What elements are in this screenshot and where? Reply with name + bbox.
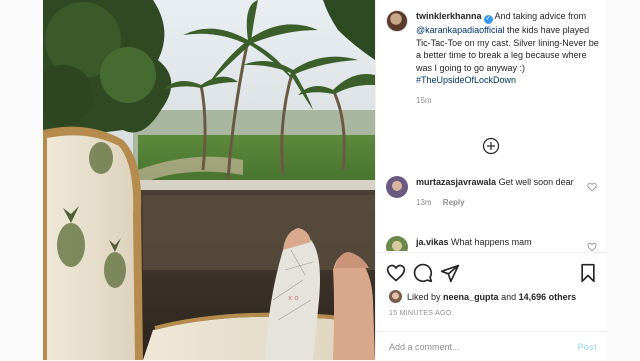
post-sidebar: twinklerkhanna ✓ And taking advice from @… (375, 0, 607, 360)
post-comment-button[interactable]: Post (577, 342, 597, 352)
like-comment-heart-icon[interactable] (587, 242, 597, 252)
comment-meta: 13m Reply (416, 197, 574, 210)
mention-link[interactable]: @karankapadiaofficial (416, 25, 505, 35)
caption-text-pre: And taking advice from (494, 11, 587, 21)
comment-item: murtazasjavrawala Get well soon dear 13m… (386, 176, 600, 209)
action-icon-row (386, 263, 598, 285)
post-timestamp: 15 MINUTES AGO (389, 310, 452, 317)
likes-summary: Liked by neena_gupta and 14,696 others (389, 290, 576, 303)
avatar[interactable] (386, 236, 408, 251)
add-comment-bar: Add a comment... Post (376, 331, 607, 361)
comment-age: 13m (416, 197, 432, 207)
post-caption: twinklerkhanna ✓ And taking advice from @… (386, 10, 600, 107)
comment-bubble-icon[interactable] (413, 263, 433, 283)
paper-plane-icon[interactable] (440, 263, 460, 283)
svg-text:x o: x o (288, 294, 299, 302)
caption-username[interactable]: twinklerkhanna (416, 11, 482, 21)
bookmark-icon[interactable] (578, 263, 598, 283)
caption-age: 15m (416, 95, 432, 105)
comment-username[interactable]: ja.vikas (416, 237, 449, 247)
likes-prefix: Liked by (407, 291, 441, 302)
avatar[interactable] (389, 290, 402, 303)
comment-item: ja.vikas What happens mam (386, 236, 600, 251)
post-modal: x o twinklerkhanna ✓ And taking advice fr… (43, 0, 607, 360)
avatar[interactable] (386, 176, 408, 198)
likes-joiner: and (501, 291, 517, 302)
avatar[interactable] (386, 10, 408, 32)
post-actions: Liked by neena_gupta and 14,696 others 1… (376, 252, 607, 360)
heart-icon[interactable] (386, 263, 406, 283)
comment-text: Get well soon dear (498, 177, 574, 187)
likes-user-link[interactable]: neena_gupta (443, 292, 499, 302)
comment-username[interactable]: murtazasjavrawala (416, 177, 496, 187)
post-photo[interactable]: x o (43, 0, 375, 360)
verified-badge-icon: ✓ (483, 15, 493, 24)
reply-button[interactable]: Reply (443, 198, 465, 207)
add-comment-input[interactable]: Add a comment... (389, 342, 577, 352)
like-comment-heart-icon[interactable] (587, 182, 597, 192)
comment-text: What happens mam (451, 237, 532, 247)
hashtag-link[interactable]: #TheUpsideOfLockDown (416, 75, 516, 85)
likes-count-link[interactable]: 14,696 others (519, 292, 577, 302)
caption-text: twinklerkhanna ✓ And taking advice from @… (416, 10, 600, 107)
load-more-comments-icon[interactable] (482, 137, 500, 155)
photo-scene: x o (43, 0, 375, 360)
